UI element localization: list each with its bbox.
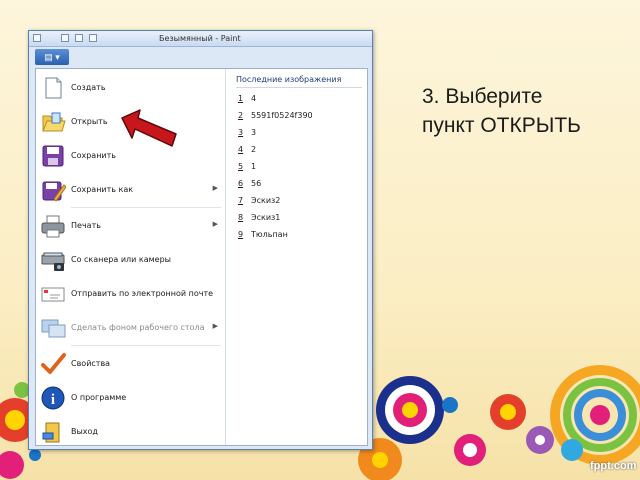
- menu-item-properties[interactable]: Свойства: [36, 347, 226, 381]
- recent-item-number: 5: [238, 162, 244, 171]
- instruction-caption: 3. Выберите пункт ОТКРЫТЬ: [422, 82, 632, 140]
- submenu-arrow-icon: ▶: [212, 323, 218, 330]
- save-disk-icon: [42, 145, 64, 167]
- caption-line-2: пункт ОТКРЫТЬ: [422, 114, 581, 137]
- svg-text:i: i: [51, 392, 55, 408]
- paint-menu-button[interactable]: ▤ ▾: [35, 49, 69, 65]
- checkmark-icon: [41, 353, 66, 374]
- info-icon: i: [41, 386, 65, 410]
- recent-item[interactable]: 8 Эскиз1: [238, 213, 280, 222]
- recent-item[interactable]: 9 Тюльпан: [238, 230, 288, 239]
- recent-item[interactable]: 7 Эскиз2: [238, 196, 280, 205]
- recent-item-number: 4: [238, 145, 244, 154]
- menu-item-label: Со сканера или камеры: [71, 255, 171, 264]
- email-icon: [41, 287, 65, 302]
- recent-item[interactable]: 14: [238, 94, 256, 103]
- printer-icon: [41, 215, 65, 238]
- recent-item[interactable]: 51: [238, 162, 256, 171]
- recent-item-number: 7: [238, 196, 244, 205]
- menu-item-label: Создать: [71, 83, 106, 92]
- window-title: Безымянный - Paint: [159, 34, 241, 43]
- menu-item-label: Сохранить: [71, 151, 116, 160]
- recent-item[interactable]: 42: [238, 145, 256, 154]
- recent-item[interactable]: 6 56: [238, 179, 261, 188]
- recent-item-name: 56: [251, 179, 262, 188]
- recent-item[interactable]: 2 5591f0524f390: [238, 111, 313, 120]
- menu-item-scanner[interactable]: Со сканера или камеры: [36, 243, 226, 277]
- menu-item-exit[interactable]: Выход: [36, 415, 226, 449]
- recent-images-title: Последние изображения: [236, 75, 342, 84]
- menu-item-save-as[interactable]: Сохранить как ▶: [36, 173, 226, 207]
- menu-item-label: Свойства: [71, 359, 111, 368]
- menu-item-new[interactable]: Создать: [36, 71, 226, 105]
- recent-item-name: Эскиз1: [251, 213, 281, 222]
- title-bar: Безымянный - Paint: [29, 31, 372, 47]
- paint-app-icon: [33, 34, 41, 42]
- recent-item-number: 1: [238, 94, 244, 103]
- menu-item-email[interactable]: Отправить по электронной почте: [36, 277, 226, 311]
- menu-item-set-wallpaper: Сделать фоном рабочего стола ▶: [36, 311, 226, 345]
- recent-item-name: 1: [251, 162, 257, 171]
- file-menu: Создать Открыть Сохранить Сохранить как …: [35, 68, 368, 446]
- recent-item-name: 4: [251, 94, 257, 103]
- menu-item-label: Печать: [71, 221, 101, 230]
- recent-divider: [236, 87, 362, 88]
- open-folder-icon: [42, 112, 66, 132]
- save-quick-icon[interactable]: [61, 34, 69, 42]
- scanner-icon: [41, 252, 65, 271]
- menu-separator: [71, 345, 221, 346]
- menu-item-print[interactable]: Печать ▶: [36, 209, 226, 243]
- recent-item-name: Эскиз2: [251, 196, 281, 205]
- menu-item-label: Открыть: [71, 117, 108, 126]
- caption-line-1: 3. Выберите: [422, 85, 543, 108]
- recent-item-name: 2: [251, 145, 257, 154]
- menu-item-about[interactable]: i О программе: [36, 381, 226, 415]
- menu-item-label: Выход: [71, 427, 98, 436]
- paint-window: Безымянный - Paint ▤ ▾ Создать Открыть С…: [28, 30, 373, 450]
- recent-item-number: 2: [238, 111, 244, 120]
- exit-icon: [42, 422, 60, 443]
- pointer-arrow-icon: [121, 109, 177, 147]
- menu-item-label: Отправить по электронной почте: [71, 289, 214, 298]
- desktop-icon: [41, 319, 66, 338]
- recent-item-name: 5591f0524f390: [251, 111, 313, 120]
- new-file-icon: [45, 77, 62, 99]
- recent-item[interactable]: 33: [238, 128, 256, 137]
- recent-item-name: Тюльпан: [251, 230, 288, 239]
- recent-item-number: 3: [238, 128, 244, 137]
- submenu-arrow-icon: ▶: [212, 221, 218, 228]
- undo-icon[interactable]: [75, 34, 83, 42]
- submenu-arrow-icon: ▶: [212, 185, 218, 192]
- recent-images-panel: Последние изображения 14 2 5591f0524f390 …: [232, 69, 366, 445]
- recent-item-name: 3: [251, 128, 257, 137]
- recent-item-number: 9: [238, 230, 244, 239]
- recent-item-number: 8: [238, 213, 244, 222]
- menu-item-label: Сохранить как: [71, 185, 134, 194]
- fppt-logo: fppt.com: [590, 460, 637, 472]
- recent-item-number: 6: [238, 179, 244, 188]
- menu-item-label: О программе: [71, 393, 127, 402]
- save-as-icon: [42, 181, 66, 202]
- redo-icon[interactable]: [89, 34, 97, 42]
- menu-separator: [71, 207, 221, 208]
- menu-item-label: Сделать фоном рабочего стола: [71, 323, 205, 332]
